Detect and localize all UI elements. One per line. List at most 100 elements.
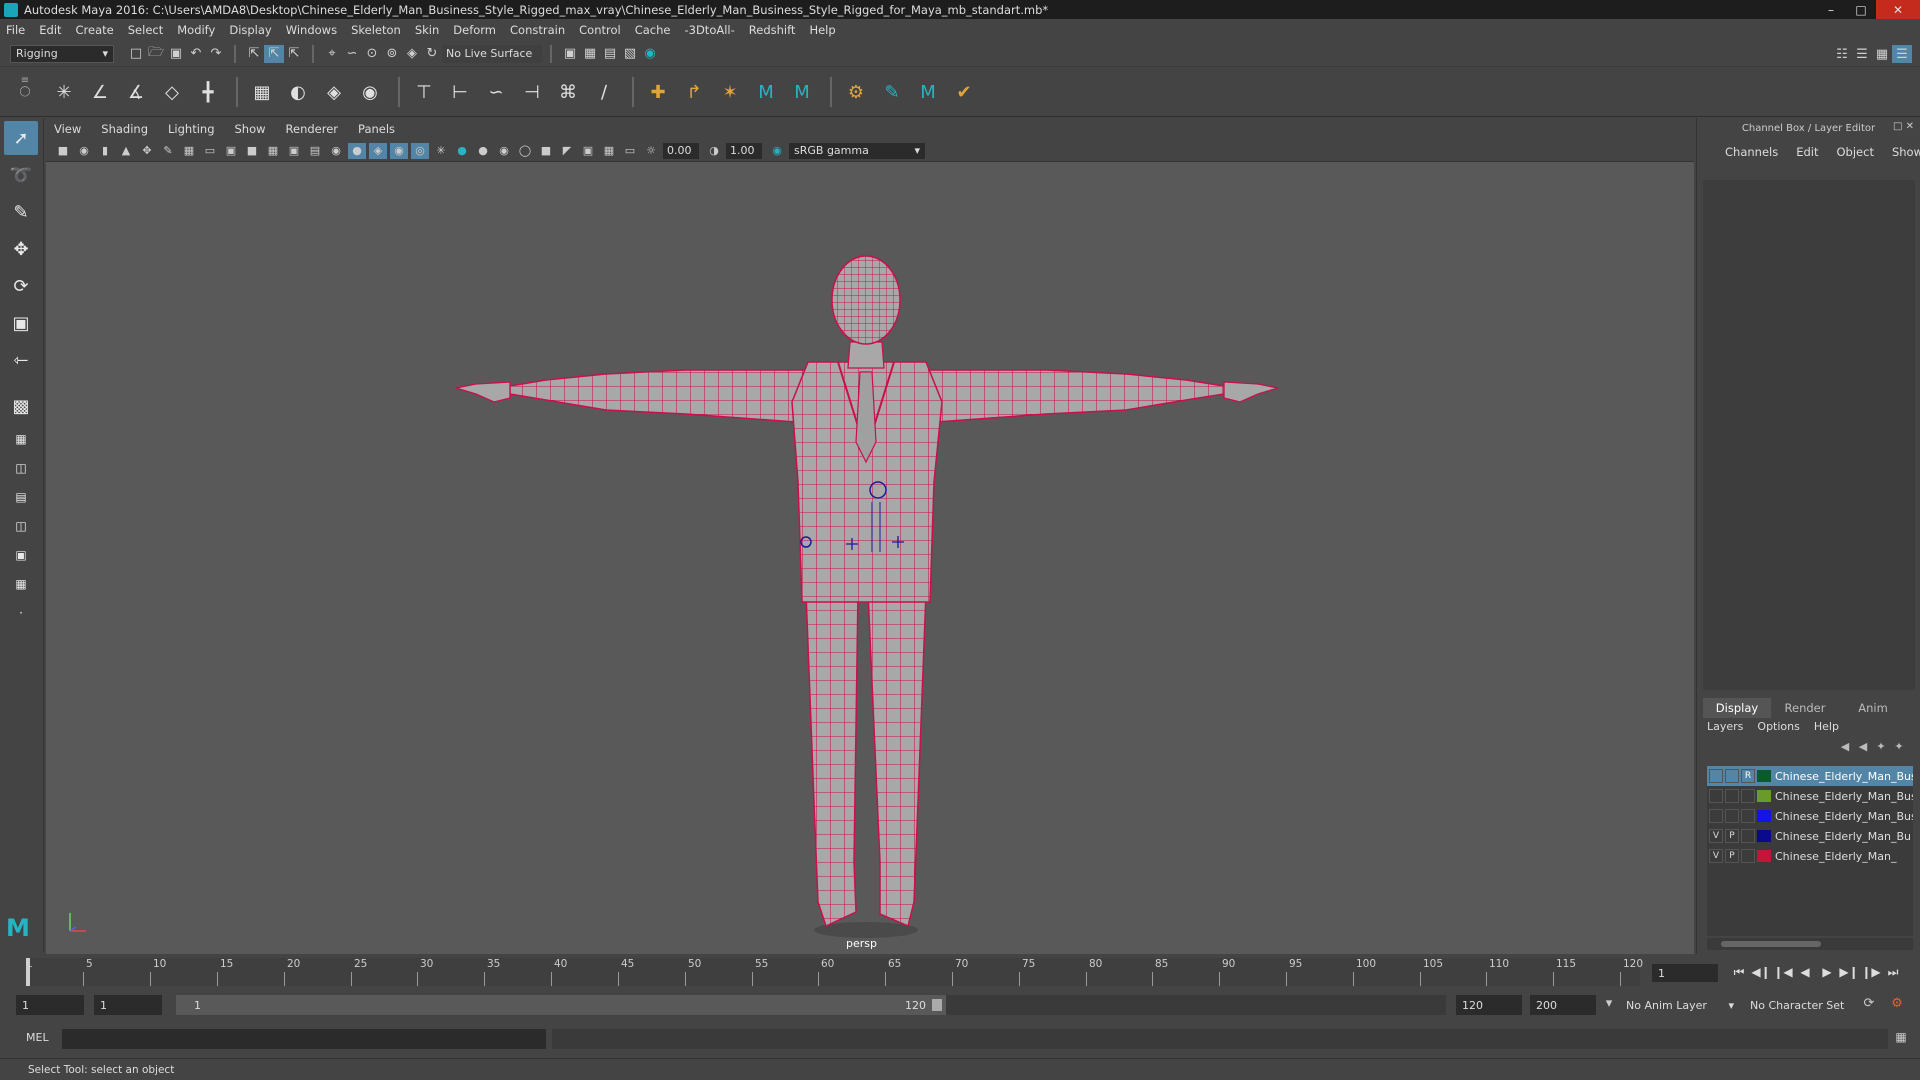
cb-menu-edit[interactable]: Edit [1796, 145, 1818, 159]
snap-view-icon[interactable]: ⊚ [382, 45, 402, 63]
script-editor-icon[interactable]: ▦ [1892, 1030, 1910, 1048]
preferences-icon[interactable]: ⚙ [1888, 996, 1906, 1014]
layer-playback-toggle[interactable] [1725, 809, 1739, 823]
attribute-editor-icon[interactable]: ☰ [1852, 45, 1872, 63]
layer-visibility-toggle[interactable] [1709, 809, 1723, 823]
layer-playback-toggle[interactable]: P [1725, 829, 1739, 843]
menu-redshift[interactable]: Redshift [749, 23, 796, 37]
layer-color-swatch[interactable] [1757, 790, 1771, 802]
layer-menu-help[interactable]: Help [1814, 720, 1839, 733]
panel-menu-view[interactable]: View [54, 122, 81, 136]
point-constraint-icon[interactable]: ✚ [642, 75, 674, 109]
wireframe-icon[interactable]: ◉ [327, 143, 345, 159]
gamma-icon[interactable]: ◑ [705, 143, 723, 159]
layer-color-swatch[interactable] [1757, 830, 1771, 842]
exposure-icon[interactable]: ☼ [642, 143, 660, 159]
go-to-start-icon[interactable]: ⏮ [1728, 962, 1750, 982]
xray-icon[interactable]: ◤ [558, 143, 576, 159]
camera-attr-icon[interactable]: ◉ [75, 143, 93, 159]
current-frame-field[interactable]: 1 [1652, 964, 1718, 982]
playback-start-field[interactable]: 1 [94, 995, 162, 1015]
layer-display-type-toggle[interactable] [1741, 809, 1755, 823]
range-thumb[interactable]: 1 120 [176, 995, 946, 1015]
menu-display[interactable]: Display [229, 23, 271, 37]
menu-help[interactable]: Help [809, 23, 835, 37]
menu-edit[interactable]: Edit [39, 23, 61, 37]
mirror-joint-icon[interactable]: ◇ [156, 75, 188, 109]
cb-menu-object[interactable]: Object [1837, 145, 1874, 159]
layer-color-swatch[interactable] [1757, 770, 1771, 782]
gamma-field[interactable]: 1.00 [726, 142, 762, 159]
last-tool-icon[interactable]: ⇽ [4, 343, 38, 377]
step-back-key-icon[interactable]: ❙◀ [1772, 962, 1794, 982]
panel-menu-show[interactable]: Show [235, 122, 266, 136]
layer-row[interactable]: R Chinese_Elderly_Man_Business [1707, 766, 1913, 786]
play-forward-icon[interactable]: ▶ [1816, 962, 1838, 982]
tab-render[interactable]: Render [1771, 698, 1839, 718]
layer-visibility-toggle[interactable]: V [1709, 829, 1723, 843]
backface-icon[interactable]: ▭ [621, 143, 639, 159]
two-d-pan-icon[interactable]: ✥ [138, 143, 156, 159]
outliner-layout-icon[interactable]: ▤ [4, 484, 38, 510]
save-scene-icon[interactable]: ▣ [166, 45, 186, 63]
layout-options-icon[interactable]: · [4, 600, 38, 626]
tab-display[interactable]: Display [1703, 698, 1771, 718]
wrap-deformer-icon[interactable]: ◈ [318, 75, 350, 109]
menu-cache[interactable]: Cache [635, 23, 671, 37]
select-component-icon[interactable]: ⇱ [284, 45, 304, 63]
layer-color-swatch[interactable] [1757, 850, 1771, 862]
layer-display-type-toggle[interactable]: R [1741, 769, 1755, 783]
anti-alias-icon[interactable]: ◉ [495, 143, 513, 159]
open-scene-icon[interactable]: 🗁 [146, 45, 166, 63]
orient-constraint-icon[interactable]: ✶ [714, 75, 746, 109]
layer-row[interactable]: V P Chinese_Elderly_Man_ [1707, 846, 1913, 866]
render-settings-icon[interactable]: ▣ [560, 45, 580, 63]
cb-menu-show[interactable]: Show [1892, 145, 1920, 159]
safe-title-icon[interactable]: ▤ [306, 143, 324, 159]
lasso-tool-icon[interactable]: ➰ [4, 158, 38, 192]
camera-select-icon[interactable]: ■ [54, 143, 72, 159]
range-grip-handle[interactable] [932, 999, 942, 1011]
soft-mod-icon[interactable]: ◉ [354, 75, 386, 109]
exposure-field[interactable]: 0.00 [663, 142, 699, 159]
redo-icon[interactable]: ↷ [206, 45, 226, 63]
menu-select[interactable]: Select [128, 23, 163, 37]
menu-constrain[interactable]: Constrain [510, 23, 565, 37]
shelf-menu-grip[interactable]: ≡ ◯ [18, 75, 32, 109]
wireframe-on-shaded-icon[interactable]: ◈ [369, 142, 387, 159]
ambient-occlusion-icon[interactable]: ● [453, 143, 471, 159]
view-transform-select[interactable]: sRGB gamma ▾ [789, 142, 925, 159]
range-bar[interactable]: 1 120 [176, 995, 1446, 1015]
graph-layout-icon[interactable]: ◫ [4, 513, 38, 539]
channel-box-body[interactable] [1703, 180, 1915, 690]
step-back-icon[interactable]: ◀❙ [1750, 962, 1772, 982]
humanik-icon[interactable]: M [912, 75, 944, 109]
move-layer-down-icon[interactable]: ◀ [1854, 740, 1872, 754]
use-lights-icon[interactable]: ◎ [411, 142, 429, 159]
modeling-toolkit-icon[interactable]: ☷ [1832, 45, 1852, 63]
snap-grid-icon[interactable]: ⌖ [322, 45, 342, 63]
move-tool-icon[interactable]: ✥ [4, 232, 38, 266]
ipr-render-icon[interactable]: ▧ [620, 45, 640, 63]
bookmark-icon[interactable]: ▮ [96, 143, 114, 159]
xray-components-icon[interactable]: ▦ [600, 143, 618, 159]
snap-surface-icon[interactable]: ◈ [402, 45, 422, 63]
two-pane-icon[interactable]: ◫ [4, 455, 38, 481]
layer-playback-toggle[interactable]: P [1725, 849, 1739, 863]
menu-skin[interactable]: Skin [415, 23, 439, 37]
custom-layout-icon[interactable]: ▦ [4, 571, 38, 597]
cb-menu-channels[interactable]: Channels [1725, 145, 1778, 159]
go-to-end-icon[interactable]: ⏭ [1882, 962, 1904, 982]
paint-weights-icon[interactable]: ∽ [480, 75, 512, 109]
layer-list-scrollbar[interactable] [1707, 938, 1913, 950]
layer-display-type-toggle[interactable] [1741, 829, 1755, 843]
four-pane-icon[interactable]: ▦ [4, 426, 38, 452]
isolate-select-icon[interactable]: ■ [537, 143, 555, 159]
influence-icon[interactable]: ⌘ [552, 75, 584, 109]
hik-control-icon[interactable]: M [786, 75, 818, 109]
joint-tool-icon[interactable]: ✳ [48, 75, 80, 109]
maximize-button[interactable]: □ [1846, 0, 1876, 19]
set-driven-key-icon[interactable]: ⚙ [840, 75, 872, 109]
channel-box-icon[interactable]: ☰ [1892, 45, 1912, 63]
layer-visibility-toggle[interactable]: V [1709, 849, 1723, 863]
